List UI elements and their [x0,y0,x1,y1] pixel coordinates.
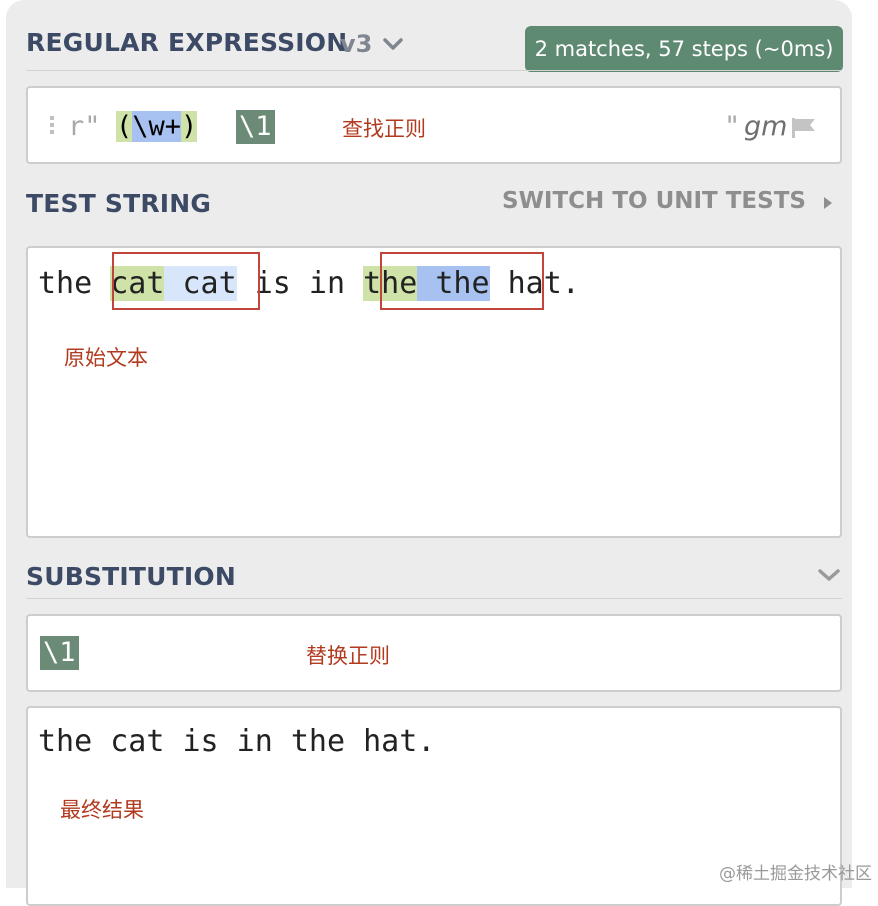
match-status-badge: 2 matches, 57 steps (~0ms) [525,26,843,72]
divider [26,598,842,599]
text-segment: the [38,266,110,301]
version-selector[interactable]: v3 [340,30,372,58]
chevron-right-icon[interactable] [822,195,834,211]
switch-to-unit-tests-link[interactable]: SWITCH TO UNIT TESTS [502,188,806,214]
watermark: @稀土掘金技术社区 [719,859,872,884]
version-label: v3 [340,30,372,58]
regex-group: (\w+) [116,110,197,144]
delimiter-close: " [724,110,740,144]
substitution-input[interactable]: \1 替换正则 [26,614,842,692]
regex-input[interactable]: r" (\w+) \1 查找正则 " gm [26,86,842,164]
regex-section-title: REGULAR EXPRESSION [26,28,347,57]
match-outline-1 [112,252,260,310]
chevron-down-icon[interactable] [382,36,404,52]
test-string-editor[interactable]: the cat cat is in the the hat. 原始文本 [26,246,842,538]
flags-button[interactable]: gm [744,110,787,144]
flag-icon[interactable] [790,116,818,140]
result-annotation: 最终结果 [60,794,144,824]
substitution-annotation: 替换正则 [306,640,390,670]
chevron-down-icon[interactable] [816,566,842,584]
divider [26,70,842,71]
match-outline-2 [380,252,544,310]
switch-label: SWITCH TO UNIT TESTS [502,188,806,214]
substitution-title: SUBSTITUTION [26,562,236,591]
group-body: \w+ [132,111,181,142]
result-text: the cat is in the hat. [38,722,435,762]
delimiter-open: r" [68,110,101,144]
backreference-token: \1 [236,110,275,144]
drag-handle-icon[interactable] [50,116,54,137]
group-paren-open: ( [116,111,132,142]
substitution-backref-token: \1 [40,636,79,670]
test-string-title: TEST STRING [26,189,211,218]
regex-annotation: 查找正则 [342,113,426,143]
group-paren-close: ) [181,111,197,142]
app-panel: REGULAR EXPRESSION v3 2 matches, 57 step… [6,0,852,888]
test-string-annotation: 原始文本 [64,342,148,372]
